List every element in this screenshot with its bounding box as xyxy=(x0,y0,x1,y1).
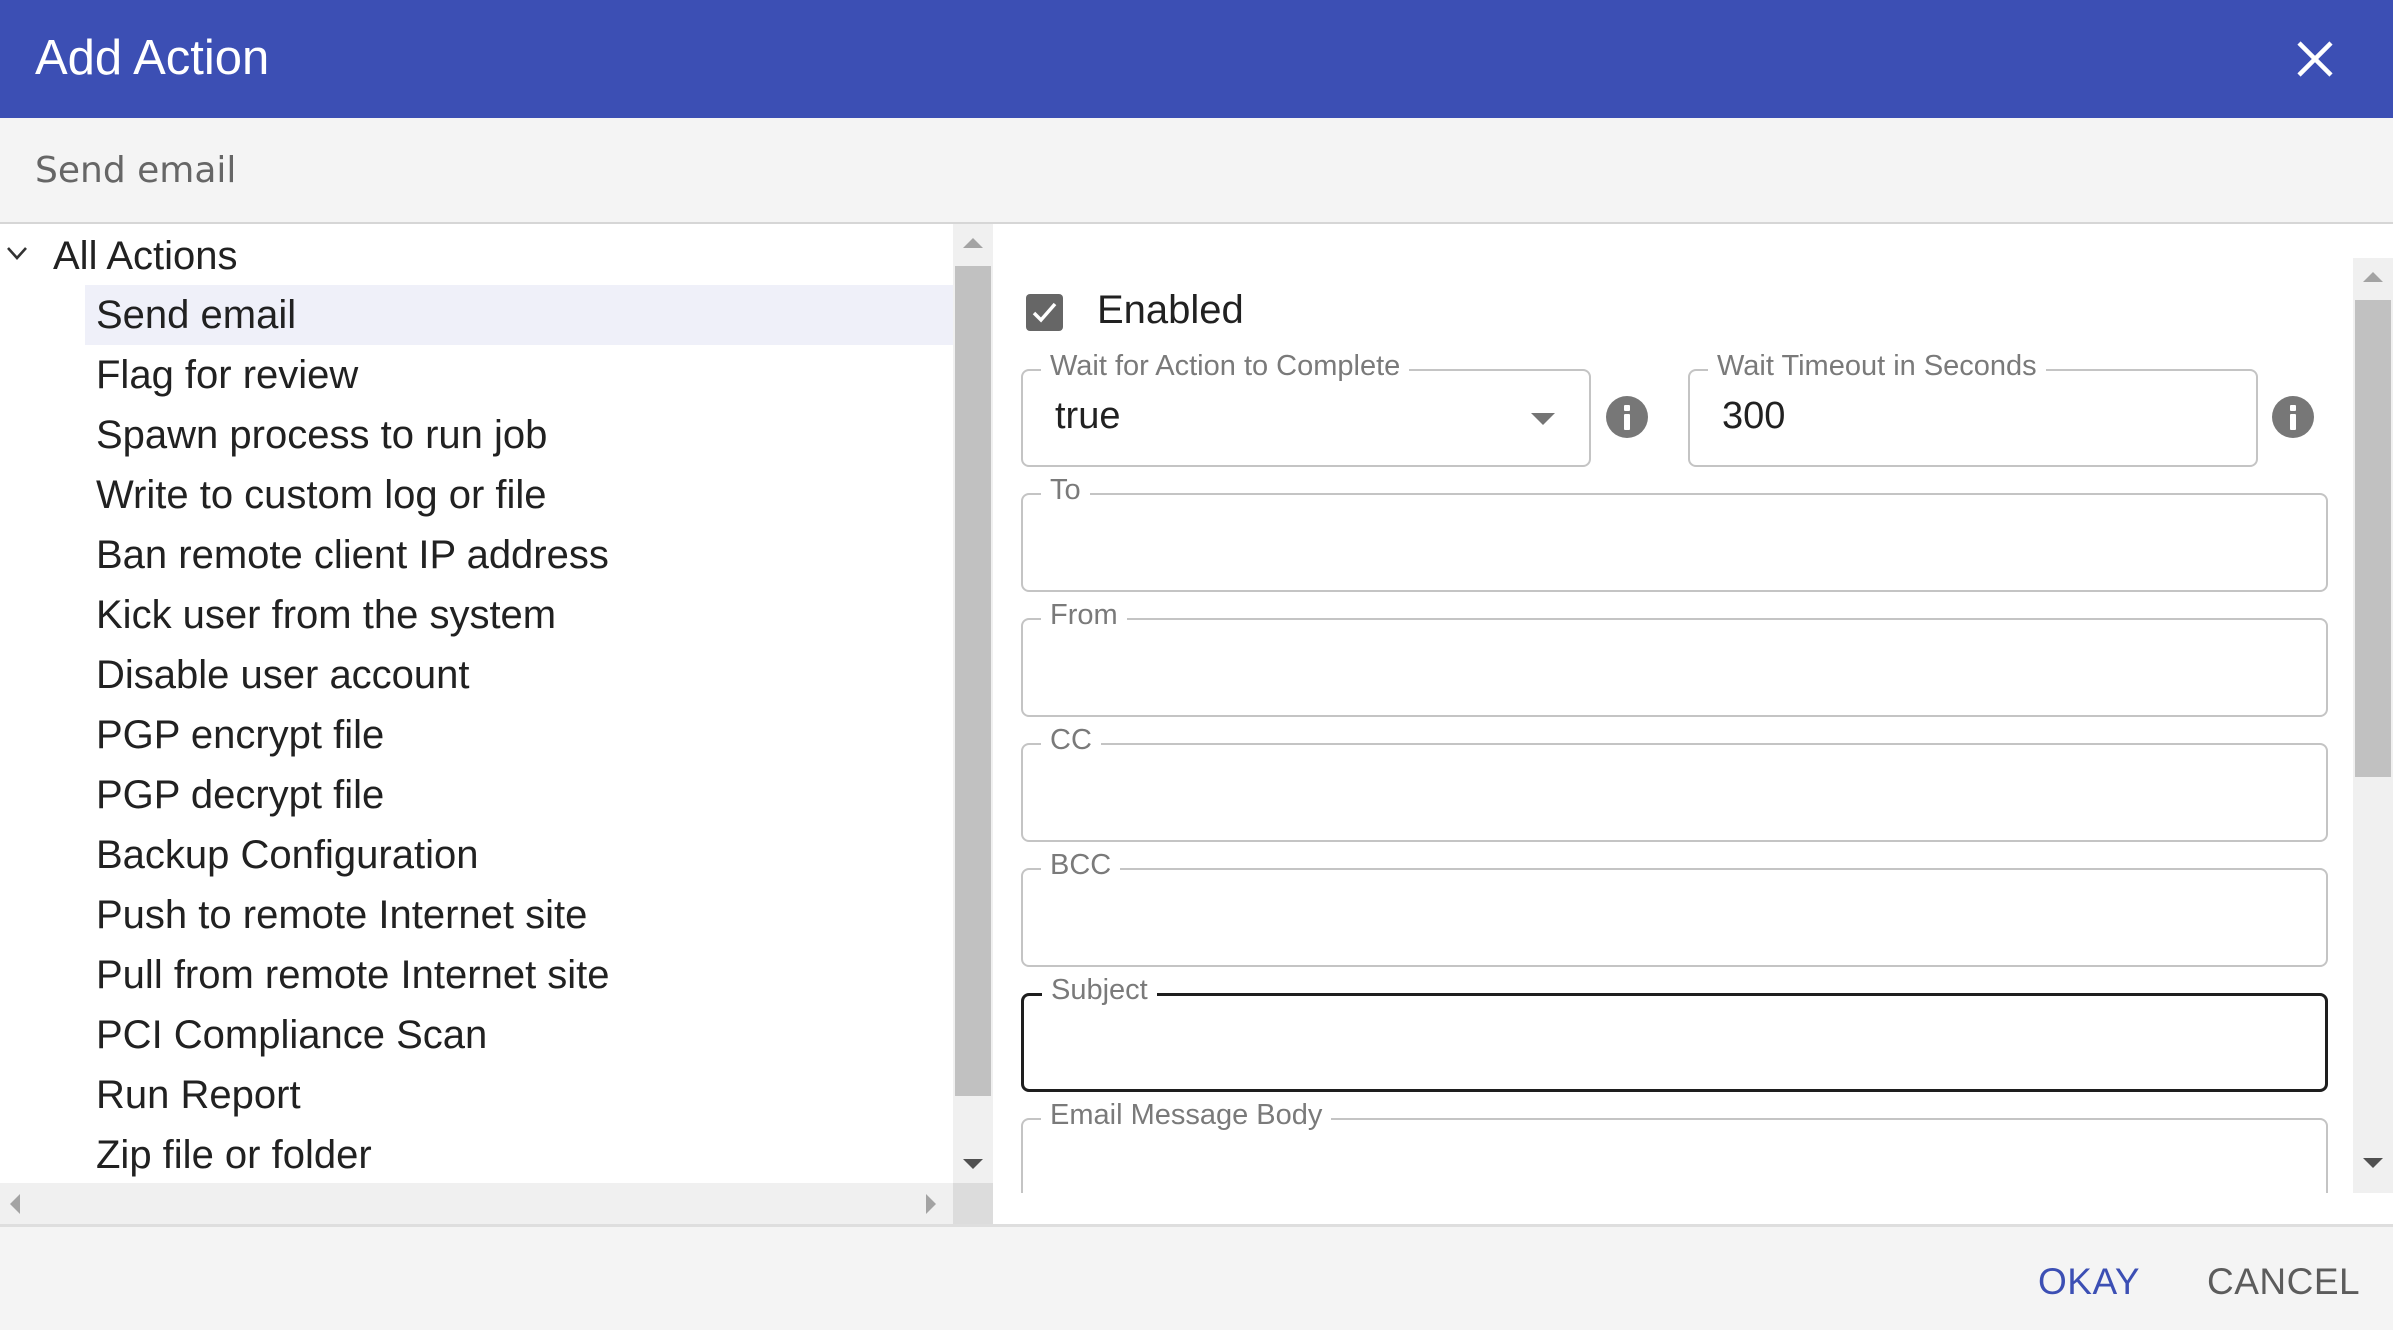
tree-item-label: PGP decrypt file xyxy=(96,773,385,817)
tree-vertical-scrollbar[interactable] xyxy=(953,224,993,1183)
tree-item[interactable]: Flag for review xyxy=(85,345,953,405)
to-input[interactable]: To xyxy=(1021,473,2328,592)
wait-timeout-label: Wait Timeout in Seconds xyxy=(1708,349,2046,383)
tree-item-label: PCI Compliance Scan xyxy=(96,1013,488,1057)
tree-item-label: Pull from remote Internet site xyxy=(96,953,610,997)
tree-item[interactable]: PCI Compliance Scan xyxy=(85,1005,953,1065)
info-icon-bar xyxy=(1624,414,1630,430)
dialog-footer: OKAY CANCEL xyxy=(0,1224,2393,1330)
dialog-header: Add Action xyxy=(0,0,2393,118)
tree-item[interactable]: Kick user from the system xyxy=(85,585,953,645)
wait-for-action-value: true xyxy=(1055,395,1121,437)
tree-item[interactable]: Write to custom log or file xyxy=(85,465,953,525)
tree-item-label: Disable user account xyxy=(96,653,470,697)
scroll-down-arrow-icon[interactable] xyxy=(963,1159,983,1169)
to-label: To xyxy=(1041,473,1090,507)
enabled-checkbox[interactable] xyxy=(1026,294,1063,331)
tree-item-label: PGP encrypt file xyxy=(96,713,385,757)
scrollbar-thumb[interactable] xyxy=(2355,300,2391,777)
selected-action-name: Send email xyxy=(35,150,237,191)
scrollbar-thumb[interactable] xyxy=(955,266,991,1096)
tree-item[interactable]: Ban remote client IP address xyxy=(85,525,953,585)
checkmark-icon xyxy=(1032,302,1057,323)
wait-timeout-input[interactable]: Wait Timeout in Seconds 300 xyxy=(1688,349,2258,467)
subject-input[interactable]: Subject xyxy=(1021,973,2328,1092)
tree-item-label: Backup Configuration xyxy=(96,833,479,877)
scroll-down-arrow-icon[interactable] xyxy=(2363,1158,2383,1168)
wait-timeout-value: 300 xyxy=(1722,395,1786,437)
scroll-right-arrow-icon[interactable] xyxy=(926,1194,936,1214)
tree-horizontal-scrollbar[interactable] xyxy=(0,1183,953,1224)
tree-item[interactable]: Zip file or folder xyxy=(85,1125,953,1185)
tree-item[interactable]: Spawn process to run job xyxy=(85,405,953,465)
tree-root-all-actions[interactable]: All Actions xyxy=(0,224,953,284)
info-icon-dot xyxy=(1624,405,1630,411)
okay-button[interactable]: OKAY xyxy=(2038,1260,2140,1304)
scroll-up-arrow-icon[interactable] xyxy=(963,238,983,248)
tree-root-label: All Actions xyxy=(53,234,238,278)
tree-item[interactable]: Send email xyxy=(85,285,953,345)
tree-item[interactable]: PGP decrypt file xyxy=(85,765,953,825)
close-icon xyxy=(2297,41,2333,77)
tree-item-label: Kick user from the system xyxy=(96,593,557,637)
from-input[interactable]: From xyxy=(1021,598,2328,717)
email-body-label: Email Message Body xyxy=(1041,1098,1332,1132)
bcc-input[interactable]: BCC xyxy=(1021,848,2328,967)
tree-item[interactable]: Pull from remote Internet site xyxy=(85,945,953,1005)
wait-for-action-label: Wait for Action to Complete xyxy=(1041,349,1410,383)
cc-label: CC xyxy=(1041,723,1101,757)
info-icon[interactable] xyxy=(2272,396,2314,438)
chevron-down-icon[interactable] xyxy=(4,240,30,266)
subject-label: Subject xyxy=(1042,973,1157,1007)
dropdown-arrow-icon[interactable] xyxy=(1531,413,1555,425)
selected-action-bar: Send email xyxy=(0,118,2393,224)
tree-item-label: Ban remote client IP address xyxy=(96,533,609,577)
tree-item[interactable]: PGP encrypt file xyxy=(85,705,953,765)
close-button[interactable] xyxy=(2290,34,2340,84)
scroll-up-arrow-icon[interactable] xyxy=(2363,272,2383,282)
action-tree-panel: All Actions Send email Flag for review Spa… xyxy=(0,224,993,1224)
tree-item-label: Run Report xyxy=(96,1073,301,1117)
tree-item-label: Push to remote Internet site xyxy=(96,893,588,937)
from-label: From xyxy=(1041,598,1127,632)
tree-item[interactable]: Run Report xyxy=(85,1065,953,1125)
email-body-textarea[interactable]: Email Message Body xyxy=(1021,1098,2328,1193)
tree-item[interactable]: Disable user account xyxy=(85,645,953,705)
cc-input[interactable]: CC xyxy=(1021,723,2328,842)
tree-item[interactable]: Backup Configuration xyxy=(85,825,953,885)
tree-item[interactable]: Push to remote Internet site xyxy=(85,885,953,945)
tree-item-label: Spawn process to run job xyxy=(96,413,548,457)
dialog-title: Add Action xyxy=(35,31,270,85)
wait-for-action-select[interactable]: Wait for Action to Complete true xyxy=(1021,349,1591,467)
action-settings-panel: Enabled Wait for Action to Complete true… xyxy=(995,224,2393,1193)
form-vertical-scrollbar[interactable] xyxy=(2353,258,2393,1193)
info-icon-dot xyxy=(2290,405,2296,411)
enabled-label: Enabled xyxy=(1097,288,1244,332)
tree-item-label: Write to custom log or file xyxy=(96,473,547,517)
tree-item-label: Send email xyxy=(96,293,297,337)
scroll-left-arrow-icon[interactable] xyxy=(10,1194,20,1214)
info-icon[interactable] xyxy=(1606,396,1648,438)
cancel-button[interactable]: CANCEL xyxy=(2207,1260,2360,1304)
info-icon-bar xyxy=(2290,414,2296,430)
bcc-label: BCC xyxy=(1041,848,1121,882)
tree-item-label: Flag for review xyxy=(96,353,359,397)
tree-item-label: Zip file or folder xyxy=(96,1133,372,1177)
scrollbar-corner xyxy=(953,1183,993,1224)
